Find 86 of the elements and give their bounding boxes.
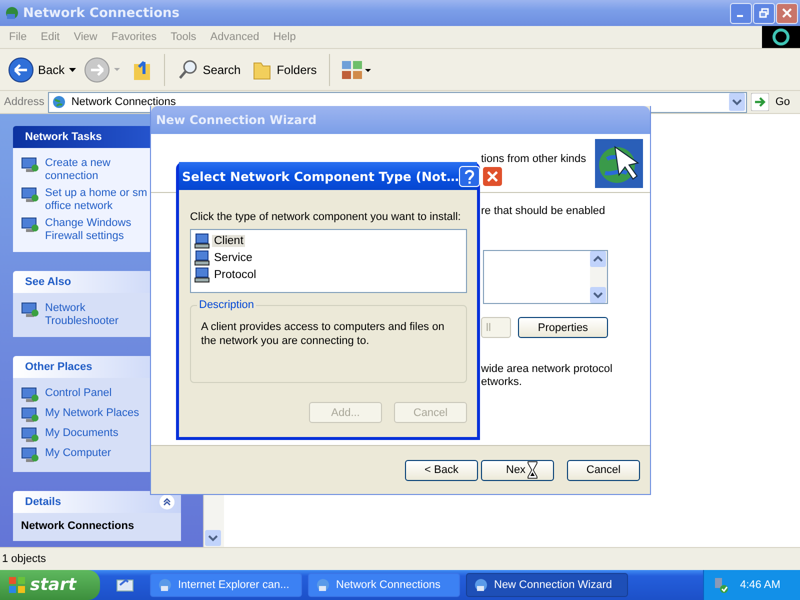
menu-item[interactable]: Favorites (104, 31, 164, 43)
window-icon (315, 577, 331, 593)
minimize-button[interactable] (730, 2, 752, 24)
list-item[interactable]: Service (212, 252, 254, 264)
menu-item[interactable]: Tools (164, 31, 204, 43)
menu-item[interactable]: Edit (34, 31, 67, 43)
close-icon[interactable] (482, 166, 503, 186)
list-item[interactable]: Protocol (212, 268, 258, 280)
intro-text: tions from other kinds (481, 153, 586, 165)
prompt-text: re that should be enabled (481, 205, 606, 219)
folders-button[interactable]: Folders (248, 56, 319, 82)
search-button[interactable]: Search (174, 56, 243, 82)
monitor-icon (21, 187, 39, 203)
help-icon[interactable] (459, 166, 480, 186)
computer-icon (194, 266, 210, 282)
monitor-icon (21, 157, 39, 173)
task-link[interactable]: Create a new connection (45, 157, 149, 183)
monitor-icon (21, 217, 39, 233)
menu-item[interactable]: View (66, 31, 104, 43)
list-item[interactable]: Client (212, 234, 246, 246)
menu-item[interactable]: File (2, 31, 34, 43)
scroll-down-icon[interactable] (590, 287, 606, 303)
clock: 4:46 AM (740, 579, 780, 591)
list-box[interactable] (483, 250, 608, 304)
desktop-icon[interactable] (116, 577, 134, 593)
restore-icon (759, 8, 769, 18)
window-title: New Connection Wizard (156, 113, 317, 127)
flag-logo-icon (8, 576, 26, 594)
globe-icon (51, 94, 68, 110)
scrollbar[interactable] (590, 251, 607, 303)
wizard-button[interactable]: < Back (405, 460, 478, 480)
prompt-text: Click the type of network component you want to install: (190, 211, 462, 225)
computer-icon (194, 232, 210, 248)
menu-item[interactable]: Advanced (203, 31, 266, 43)
panel-header[interactable]: Details (13, 491, 181, 513)
task-link[interactable]: My Network Places (45, 407, 149, 420)
description-text: A client provides access to computers and files on the network you are connecting to. (201, 320, 446, 349)
hourglass-icon (526, 461, 538, 479)
task-link[interactable]: Control Panel (45, 387, 149, 400)
throbber-icon (762, 26, 800, 48)
caret-icon (68, 68, 76, 72)
task-link[interactable]: Set up a home or sm office network (45, 187, 149, 213)
close-icon (782, 8, 792, 18)
address-label: Address (4, 96, 44, 108)
network-icon (4, 5, 20, 21)
task-link[interactable]: My Computer (45, 447, 149, 460)
globe-cursor-icon (595, 138, 643, 188)
back-button[interactable]: Back (6, 54, 78, 84)
minimize-icon (737, 15, 743, 17)
go-button[interactable]: Go (751, 93, 800, 111)
wizard-button[interactable]: Cancel (567, 460, 640, 480)
window-title: Network Connections (23, 6, 180, 20)
wizard-button[interactable]: Nex (481, 460, 554, 480)
task-link[interactable]: Network Troubleshooter (45, 302, 149, 328)
monitor-icon (21, 407, 39, 423)
menu-item[interactable]: Help (266, 31, 303, 43)
details-title: Network Connections (21, 520, 136, 532)
scroll-down-icon[interactable] (205, 530, 221, 546)
note-text: etworks. (481, 376, 523, 389)
task-link[interactable]: Change Windows Firewall settings (45, 217, 149, 243)
restore-button[interactable] (753, 2, 775, 24)
start-button[interactable]: start (0, 570, 100, 600)
window-icon (157, 577, 173, 593)
group-label: Description (197, 299, 256, 311)
collapse-icon[interactable] (159, 494, 175, 510)
list-box[interactable]: Client Service Protocol (190, 229, 467, 293)
note-text: wide area network protocol (481, 363, 612, 376)
dialog-button[interactable]: Properties (518, 317, 608, 338)
window-icon (473, 577, 489, 593)
taskbar-button[interactable]: New Connection Wizard (466, 573, 628, 597)
monitor-icon (21, 427, 39, 443)
scroll-up-icon[interactable] (590, 251, 606, 267)
monitor-icon (21, 387, 39, 403)
search-icon (176, 58, 199, 80)
computer-icon (194, 250, 210, 266)
views-icon[interactable] (340, 58, 372, 80)
taskbar-button[interactable]: Network Connections (308, 573, 460, 597)
go-arrow-icon (751, 93, 770, 111)
network-status-icon[interactable] (712, 576, 730, 594)
taskbar-button[interactable]: Internet Explorer can... (150, 573, 302, 597)
dialog-title: Select Network Component Type (Not… (182, 168, 459, 184)
task-link[interactable]: My Documents (45, 427, 149, 440)
monitor-icon (21, 302, 39, 318)
close-button[interactable] (776, 2, 798, 24)
status-text: 1 objects (2, 553, 46, 565)
monitor-icon (21, 447, 39, 463)
